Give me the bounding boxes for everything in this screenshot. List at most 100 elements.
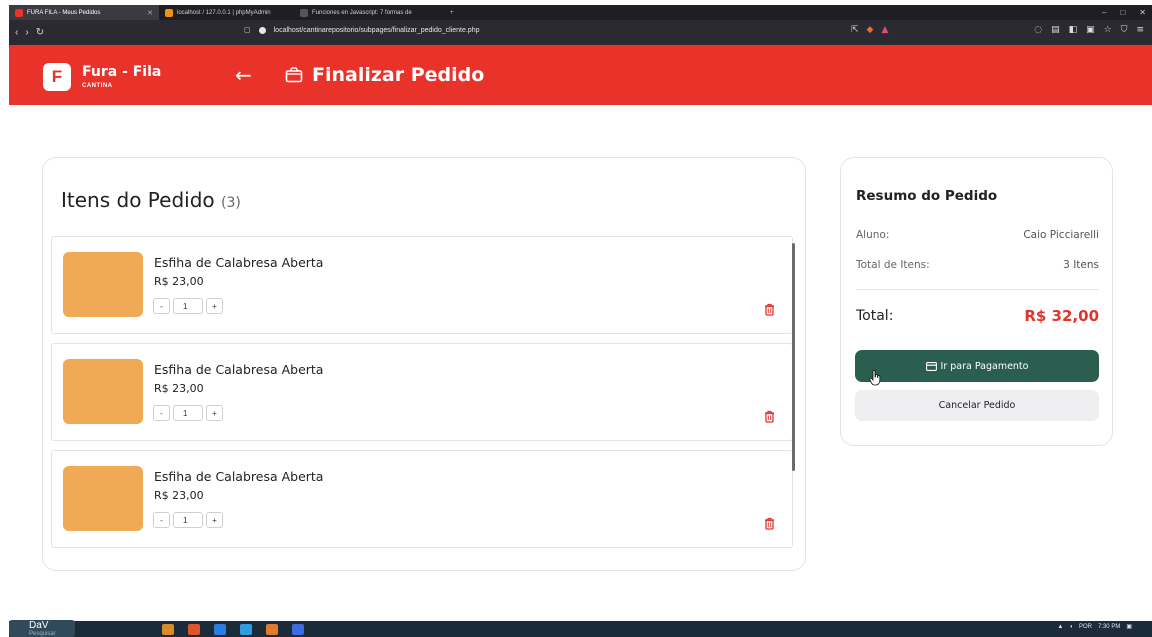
increase-button[interactable]: + — [206, 512, 223, 528]
chrome-app-icon[interactable] — [292, 624, 304, 635]
sidebar-icon[interactable]: ◧ — [1069, 25, 1078, 35]
decrease-button[interactable]: - — [153, 298, 170, 314]
items-total-value: 3 Itens — [1063, 259, 1099, 271]
vscode-app-icon[interactable] — [240, 624, 252, 635]
page-title: Finalizar Pedido — [312, 64, 485, 86]
site-info-icon[interactable] — [258, 26, 266, 34]
items-total-row: Total de Itens: 3 Itens — [856, 259, 1099, 271]
browser-tab-1[interactable]: FURA FILA - Meus Pedidos ✕ — [9, 5, 159, 20]
brave-app-icon[interactable] — [188, 624, 200, 635]
student-value: Caio Picciarelli — [1023, 229, 1099, 241]
items-list: Esfiha de Calabresa Aberta R$ 23,00 - 1 … — [51, 236, 793, 554]
rewards-icon[interactable]: ▲ — [881, 25, 888, 35]
window-controls: – □ ✕ — [1102, 8, 1152, 17]
trash-icon[interactable] — [764, 517, 775, 530]
increase-button[interactable]: + — [206, 405, 223, 421]
tab-title: localhost / 127.0.0.1 | phpMyAdmin — [177, 9, 271, 16]
phpmyadmin-favicon-icon — [165, 8, 173, 17]
close-window-button[interactable]: ✕ — [1139, 8, 1146, 17]
reader-icon[interactable]: ▤ — [1051, 25, 1060, 35]
trash-icon[interactable] — [764, 410, 775, 423]
reload-icon[interactable]: ↻ — [36, 27, 44, 38]
item-price: R$ 23,00 — [154, 489, 204, 502]
explorer-app-icon[interactable] — [214, 624, 226, 635]
quantity-stepper: - 1 + — [153, 405, 223, 421]
forward-nav-icon[interactable]: › — [25, 27, 28, 38]
decrease-button[interactable]: - — [153, 512, 170, 528]
item-price: R$ 23,00 — [154, 382, 204, 395]
quantity-input[interactable]: 1 — [173, 298, 203, 314]
share-icon[interactable]: ⇱ — [851, 25, 859, 35]
brand-name: Fura - Fila — [82, 64, 162, 80]
student-row: Aluno: Caio Picciarelli — [856, 229, 1099, 241]
item-image — [63, 252, 143, 317]
site-favicon-icon — [300, 8, 308, 17]
browser-tab-2[interactable]: localhost / 127.0.0.1 | phpMyAdmin — [159, 5, 294, 20]
shopping-bag-icon — [285, 67, 303, 83]
address-bar[interactable]: ▢ localhost/cantinarepositorio/subpages/… — [244, 26, 480, 34]
cancel-order-button[interactable]: Cancelar Pedido — [855, 390, 1099, 421]
total-row: Total: R$ 32,00 — [856, 307, 1099, 325]
browser-toolbar: ‹ › ↻ ▢ localhost/cantinarepositorio/sub… — [9, 20, 1152, 45]
shield-icon[interactable]: ⛉ — [1121, 25, 1128, 35]
back-nav-icon[interactable]: ‹ — [15, 27, 18, 38]
order-items-card: Itens do Pedido (3) Esfiha de Calabresa … — [42, 157, 806, 571]
list-item: Esfiha de Calabresa Aberta R$ 23,00 - 1 … — [51, 236, 793, 334]
chat-icon[interactable]: ◌ — [1034, 25, 1042, 35]
dav-widget[interactable]: DaV Pesquisar — [9, 620, 75, 637]
favorite-icon[interactable]: ☆ — [1104, 25, 1112, 35]
tray-language[interactable]: POR — [1079, 624, 1092, 630]
wifi-icon[interactable]: ▲ — [1057, 624, 1063, 630]
items-heading-text: Itens do Pedido — [61, 188, 215, 212]
trash-icon[interactable] — [764, 303, 775, 316]
bookmark-icon[interactable]: ▢ — [244, 26, 251, 34]
system-tray: ▲ ◖ POR 7:30 PM ▣ — [1057, 623, 1132, 631]
app-header: F Fura - Fila CANTINA ← Finalizar Pedido — [9, 45, 1152, 105]
quantity-stepper: - 1 + — [153, 298, 223, 314]
browser-tab-bar: FURA FILA - Meus Pedidos ✕ localhost / 1… — [9, 5, 1152, 20]
logo[interactable]: F — [43, 63, 71, 91]
menu-icon[interactable]: ≡ — [1136, 25, 1144, 35]
brave-shield-icon[interactable]: ◆ — [867, 25, 874, 35]
tab-icon[interactable]: ▣ — [1086, 25, 1095, 35]
items-scrollbar[interactable] — [792, 243, 795, 471]
volume-icon[interactable]: ◖ — [1069, 624, 1073, 630]
brand-subtitle: CANTINA — [82, 83, 113, 89]
address-bar-actions: ⇱ ◆ ▲ — [851, 25, 888, 35]
dav-label: DaV — [29, 620, 49, 631]
notification-icon[interactable]: ▣ — [1126, 623, 1132, 630]
new-tab-button[interactable]: + — [444, 5, 460, 20]
maximize-button[interactable]: □ — [1120, 8, 1125, 17]
quantity-stepper: - 1 + — [153, 512, 223, 528]
item-price: R$ 23,00 — [154, 275, 204, 288]
widgets-icon[interactable] — [162, 624, 174, 635]
order-summary-card: Resumo do Pedido Aluno: Caio Picciarelli… — [840, 157, 1113, 446]
tab-title: Funciones en Javascript: 7 formas de — [312, 9, 412, 16]
hand-cursor-icon — [869, 370, 881, 386]
browser-extensions: ◌ ▤ ◧ ▣ ☆ ⛉ ≡ — [1034, 25, 1144, 35]
screen: FURA FILA - Meus Pedidos ✕ localhost / 1… — [0, 0, 1152, 637]
quantity-input[interactable]: 1 — [173, 405, 203, 421]
total-value: R$ 32,00 — [1024, 307, 1099, 325]
divider — [856, 289, 1099, 290]
search-placeholder: Pesquisar — [29, 631, 56, 637]
quantity-input[interactable]: 1 — [173, 512, 203, 528]
taskbar-apps — [162, 624, 304, 635]
item-image — [63, 466, 143, 531]
item-name: Esfiha de Calabresa Aberta — [154, 469, 324, 484]
minimize-button[interactable]: – — [1102, 8, 1106, 17]
item-image — [63, 359, 143, 424]
items-total-label: Total de Itens: — [856, 259, 930, 271]
decrease-button[interactable]: - — [153, 405, 170, 421]
increase-button[interactable]: + — [206, 298, 223, 314]
app-favicon-icon — [15, 8, 23, 17]
credit-card-icon — [925, 361, 937, 371]
browser-tab-3[interactable]: Funciones en Javascript: 7 formas de — [294, 5, 444, 20]
tab-close-icon[interactable]: ✕ — [147, 9, 153, 17]
item-name: Esfiha de Calabresa Aberta — [154, 255, 324, 270]
arrow-left-icon[interactable]: ← — [235, 63, 252, 87]
total-label: Total: — [856, 308, 894, 324]
xampp-app-icon[interactable] — [266, 624, 278, 635]
go-to-payment-button[interactable]: Ir para Pagamento — [855, 350, 1099, 382]
tray-clock[interactable]: 7:30 PM — [1098, 624, 1120, 630]
